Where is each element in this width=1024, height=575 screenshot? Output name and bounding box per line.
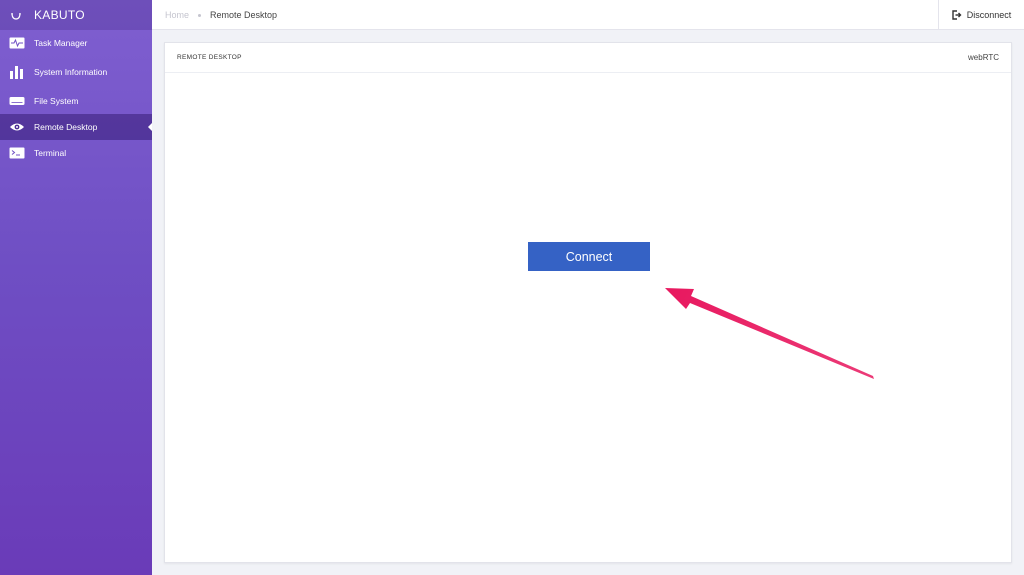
activity-icon xyxy=(9,37,25,49)
disconnect-label: Disconnect xyxy=(966,10,1012,20)
logo-icon xyxy=(10,9,22,21)
brand[interactable]: KABUTO xyxy=(0,0,152,30)
panel-header: REMOTE DESKTOP webRTC xyxy=(165,43,1011,73)
sign-out-icon xyxy=(952,10,962,20)
sidebar-item-label: System Information xyxy=(34,67,108,77)
breadcrumb-separator xyxy=(198,13,202,17)
sidebar-item-terminal[interactable]: Terminal xyxy=(0,140,152,166)
sidebar-item-label: File System xyxy=(34,96,79,106)
breadcrumb: Home Remote Desktop xyxy=(165,0,277,30)
remote-desktop-panel: REMOTE DESKTOP webRTC Connect xyxy=(164,42,1012,563)
hard-drive-icon xyxy=(9,95,25,107)
breadcrumb-current: Remote Desktop xyxy=(210,10,278,20)
bar-chart-icon xyxy=(9,66,25,79)
sidebar-item-label: Task Manager xyxy=(34,38,88,48)
eye-icon xyxy=(9,121,25,133)
topbar: Home Remote Desktop Disconnect xyxy=(152,0,1024,30)
protocol-label: webRTC xyxy=(968,53,999,62)
connect-button[interactable]: Connect xyxy=(528,242,650,271)
sidebar-item-label: Terminal xyxy=(34,148,67,158)
sidebar-item-label: Remote Desktop xyxy=(34,122,98,132)
sidebar-item-file-system[interactable]: File System xyxy=(0,88,152,114)
disconnect-button[interactable]: Disconnect xyxy=(938,0,1024,30)
breadcrumb-home-link[interactable]: Home xyxy=(165,10,189,20)
brand-name: KABUTO xyxy=(34,8,85,22)
sidebar-item-remote-desktop[interactable]: Remote Desktop xyxy=(0,114,152,140)
terminal-icon xyxy=(9,147,25,159)
sidebar-item-system-information[interactable]: System Information xyxy=(0,56,152,88)
sidebar-item-task-manager[interactable]: Task Manager xyxy=(0,30,152,56)
panel-title: REMOTE DESKTOP xyxy=(177,54,242,61)
sidebar: KABUTO Task Manager System Information F… xyxy=(0,0,152,575)
